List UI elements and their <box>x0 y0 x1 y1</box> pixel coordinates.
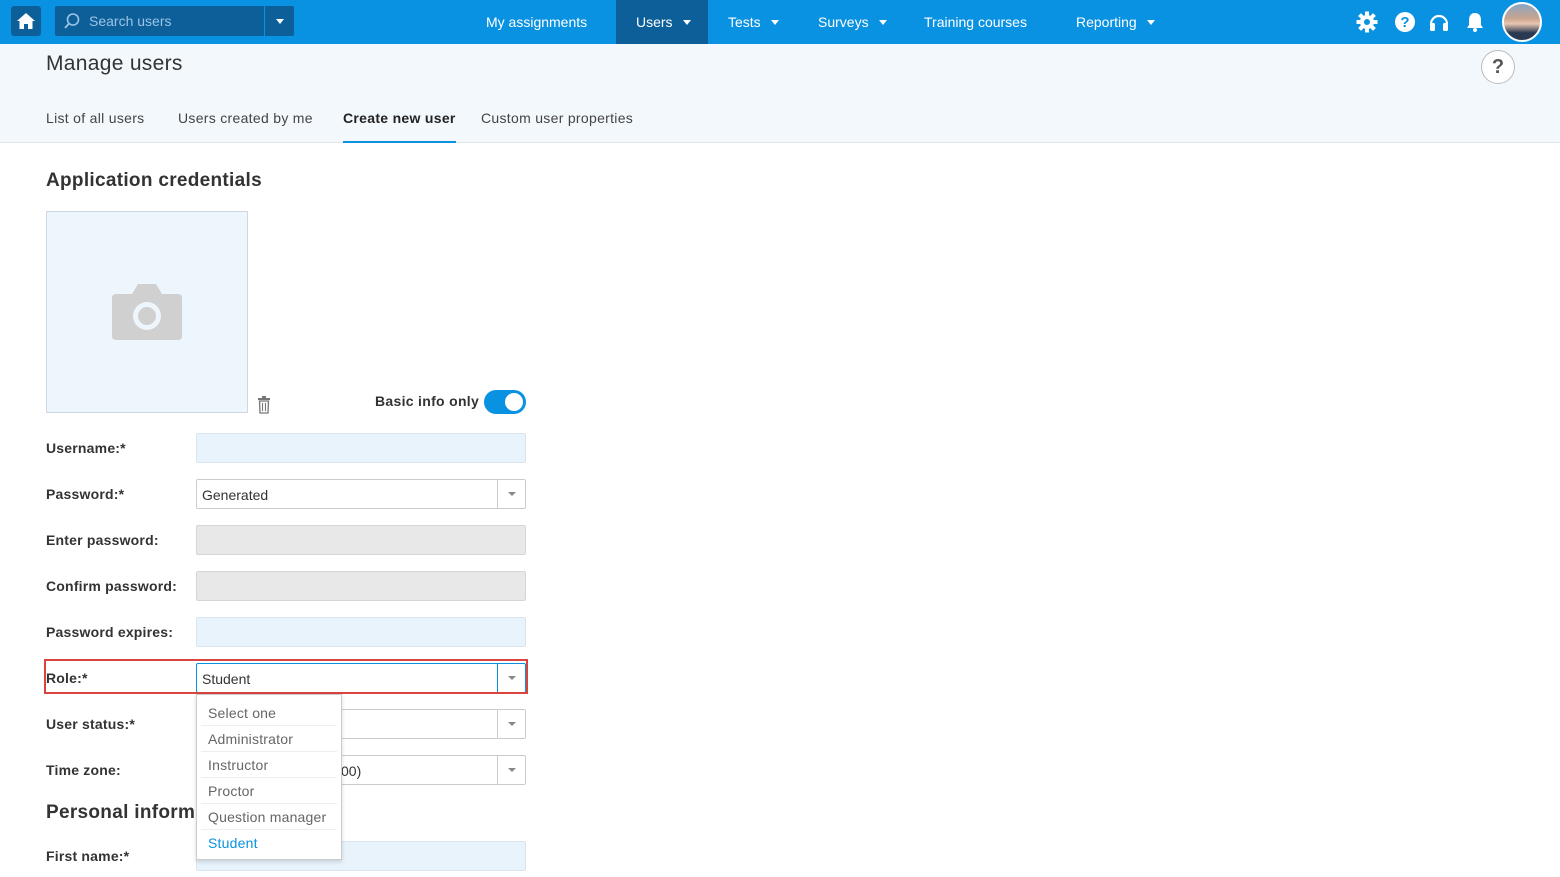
password-label: Password:* <box>46 486 125 502</box>
section-title-personal: Personal inform <box>46 802 196 823</box>
nav-training-courses[interactable]: Training courses <box>904 0 1047 44</box>
enter-password-field <box>196 525 526 555</box>
password-select[interactable]: Generated <box>196 479 526 509</box>
search-icon <box>63 12 81 35</box>
page-title: Manage users <box>46 52 183 75</box>
trash-icon[interactable] <box>256 396 272 419</box>
role-dropdown-list: Select one Administrator Instructor Proc… <box>196 694 342 860</box>
role-option-proctor[interactable]: Proctor <box>201 778 337 804</box>
nav-users[interactable]: Users <box>616 0 708 44</box>
help-button[interactable]: ? <box>1481 50 1515 84</box>
confirm-password-field <box>196 571 526 601</box>
chevron-down-icon <box>770 19 779 25</box>
tab-custom-user-properties[interactable]: Custom user properties <box>481 110 633 143</box>
dropdown-arrow[interactable] <box>497 710 525 738</box>
gear-icon[interactable] <box>1355 10 1379 34</box>
nav-my-assignments[interactable]: My assignments <box>466 0 607 44</box>
tab-list-of-all-users[interactable]: List of all users <box>46 110 144 143</box>
nav-tests[interactable]: Tests <box>708 0 799 44</box>
nav-label: Users <box>636 14 673 30</box>
home-button[interactable] <box>11 6 41 36</box>
nav-reporting[interactable]: Reporting <box>1056 0 1175 44</box>
svg-text:?: ? <box>1400 14 1409 31</box>
tab-users-created-by-me[interactable]: Users created by me <box>178 110 313 143</box>
time-zone-label: Time zone: <box>46 762 121 778</box>
chevron-down-icon <box>1146 19 1155 25</box>
nav-label: Training courses <box>924 14 1027 30</box>
search-box <box>55 6 294 36</box>
nav-label: Surveys <box>818 14 869 30</box>
tab-create-new-user[interactable]: Create new user <box>343 110 456 143</box>
password-select-value: Generated <box>202 487 269 503</box>
role-option-instructor[interactable]: Instructor <box>201 752 337 778</box>
photo-upload[interactable] <box>46 211 248 413</box>
role-option-student[interactable]: Student <box>201 830 337 856</box>
password-expires-label: Password expires: <box>46 624 174 640</box>
question-icon[interactable]: ? <box>1393 10 1417 34</box>
dropdown-arrow[interactable] <box>497 480 525 508</box>
nav-label: My assignments <box>486 14 588 30</box>
chevron-down-icon <box>275 18 284 24</box>
avatar[interactable] <box>1502 2 1542 42</box>
basic-info-label: Basic info only <box>375 393 480 409</box>
nav-label: Tests <box>728 14 761 30</box>
username-label: Username:* <box>46 440 126 456</box>
password-expires-field[interactable] <box>196 617 526 647</box>
nav-label: Reporting <box>1076 14 1137 30</box>
role-option-administrator[interactable]: Administrator <box>201 726 337 752</box>
user-status-label: User status:* <box>46 716 135 732</box>
search-options-button[interactable] <box>265 6 294 36</box>
role-highlight-box <box>44 659 528 694</box>
headset-icon[interactable] <box>1427 10 1451 34</box>
toggle-knob <box>505 393 523 411</box>
enter-password-label: Enter password: <box>46 532 159 548</box>
confirm-password-label: Confirm password: <box>46 578 177 594</box>
question-icon: ? <box>1491 55 1505 78</box>
bell-icon[interactable] <box>1463 10 1487 34</box>
home-icon <box>17 13 35 29</box>
chevron-down-icon <box>507 722 516 726</box>
username-field[interactable] <box>196 433 526 463</box>
basic-info-toggle[interactable] <box>484 390 526 414</box>
chevron-down-icon <box>878 19 887 25</box>
top-navbar: My assignments Users Tests Surveys Train… <box>0 0 1560 44</box>
section-title-credentials: Application credentials <box>46 170 262 191</box>
chevron-down-icon <box>682 19 691 25</box>
time-zone-select-value: 00) <box>341 763 362 779</box>
search-input[interactable] <box>89 6 285 36</box>
first-name-label: First name:* <box>46 848 130 864</box>
chevron-down-icon <box>507 492 516 496</box>
role-option-question-manager[interactable]: Question manager <box>201 804 337 830</box>
role-option-select-one[interactable]: Select one <box>201 700 337 726</box>
dropdown-arrow[interactable] <box>497 756 525 784</box>
nav-surveys[interactable]: Surveys <box>798 0 907 44</box>
chevron-down-icon <box>507 768 516 772</box>
camera-icon <box>112 284 182 340</box>
